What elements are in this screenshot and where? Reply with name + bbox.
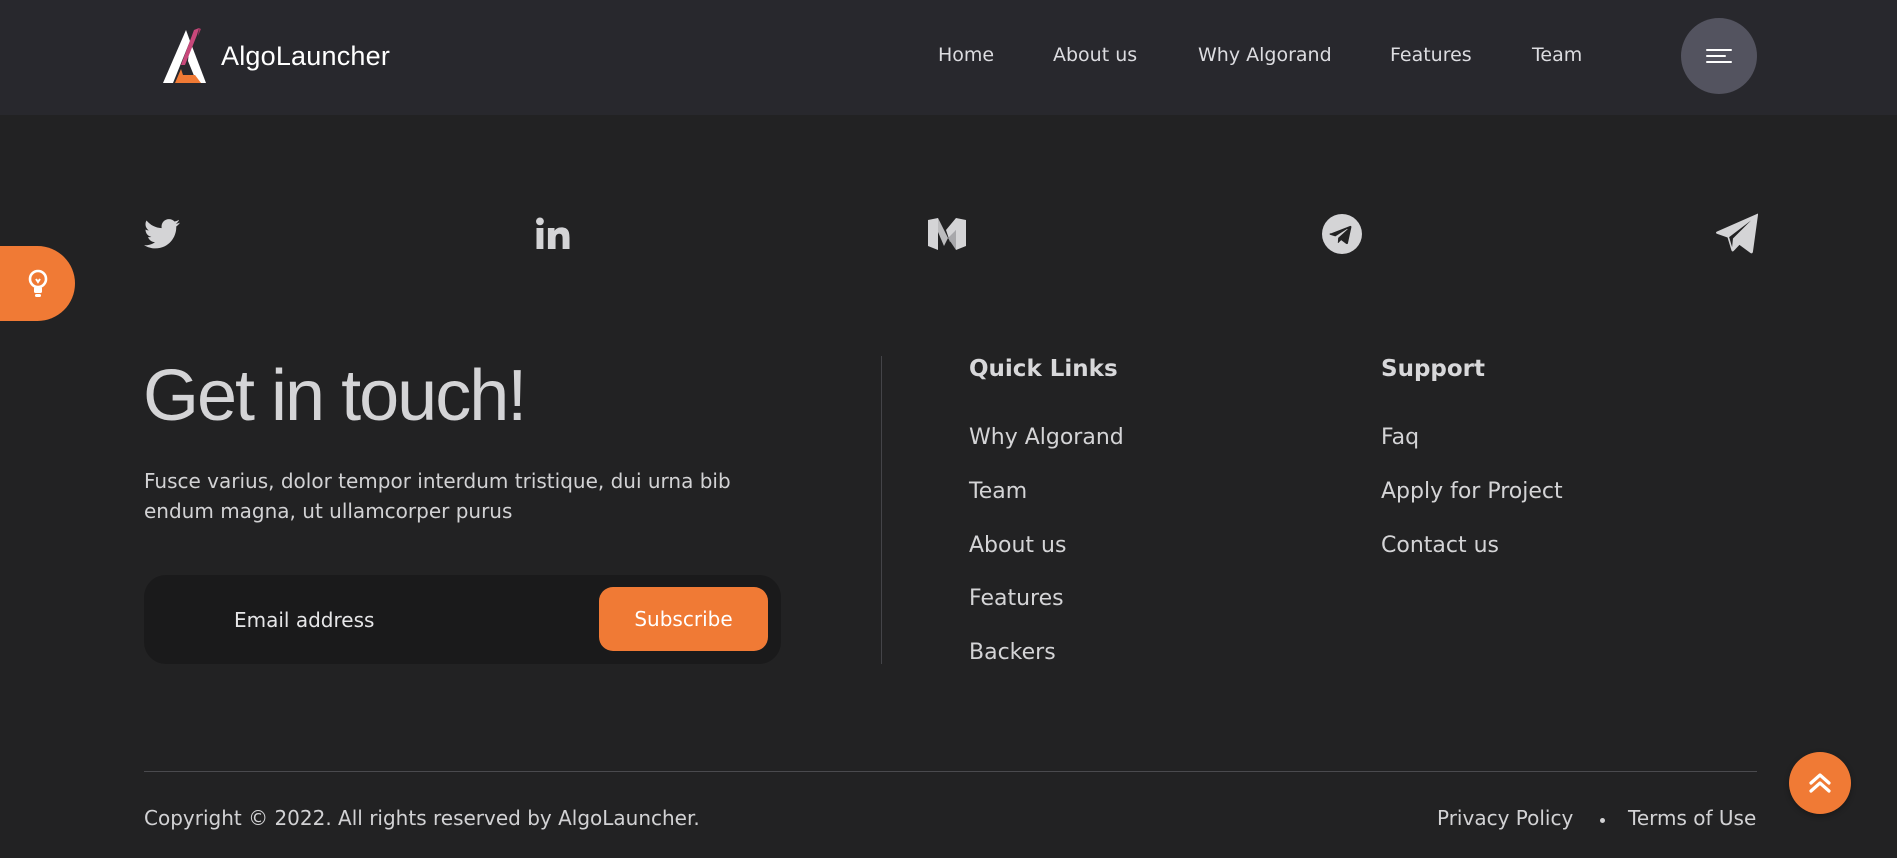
quick-link-backers[interactable]: Backers	[969, 640, 1056, 665]
lightbulb-icon	[28, 269, 47, 297]
idea-button[interactable]	[0, 246, 75, 321]
contact-description: Fusce varius, dolor tempor interdum tris…	[144, 469, 731, 523]
subscribe-button[interactable]: Subscribe	[599, 587, 768, 651]
copyright-text: Copyright © 2022. All rights reserved by…	[144, 806, 700, 830]
support-link-faq[interactable]: Faq	[1381, 425, 1419, 450]
nav-about-us[interactable]: About us	[1053, 44, 1137, 66]
algolauncher-logo-icon	[163, 28, 206, 83]
support-link-apply[interactable]: Apply for Project	[1381, 479, 1563, 504]
quick-link-team[interactable]: Team	[969, 479, 1027, 504]
paper-plane-icon	[1716, 213, 1758, 254]
twitter-link[interactable]	[143, 212, 181, 256]
linkedin-icon	[536, 217, 570, 249]
telegram-icon	[1322, 214, 1362, 254]
subscribe-form: Subscribe	[144, 575, 781, 664]
quick-link-about-us[interactable]: About us	[969, 533, 1066, 558]
quick-link-why-algorand[interactable]: Why Algorand	[969, 425, 1124, 450]
email-input[interactable]	[232, 601, 576, 639]
back-to-top-button[interactable]	[1789, 752, 1851, 814]
nav-team[interactable]: Team	[1532, 44, 1582, 66]
contact-title: Get in touch!	[143, 356, 527, 436]
separator-dot	[1600, 818, 1605, 823]
telegram-link[interactable]	[1322, 212, 1362, 256]
hamburger-icon	[1706, 45, 1732, 67]
medium-icon	[928, 218, 966, 250]
terms-of-use-link[interactable]: Terms of Use	[1628, 806, 1756, 830]
twitter-icon	[144, 219, 180, 249]
brand-logo[interactable]: AlgoLauncher	[161, 27, 390, 85]
linkedin-link[interactable]	[534, 212, 572, 256]
footer-divider	[144, 771, 1757, 772]
top-navbar: AlgoLauncher Home About us Why Algorand …	[0, 0, 1897, 115]
double-chevron-up-icon	[1809, 773, 1831, 793]
menu-button[interactable]	[1681, 18, 1757, 94]
quick-links-title: Quick Links	[969, 356, 1118, 382]
medium-link[interactable]	[926, 212, 968, 256]
brand-name: AlgoLauncher	[221, 40, 391, 71]
privacy-policy-link[interactable]: Privacy Policy	[1437, 806, 1573, 830]
quick-link-features[interactable]: Features	[969, 586, 1064, 611]
nav-why-algorand[interactable]: Why Algorand	[1198, 44, 1332, 66]
send-link[interactable]	[1716, 212, 1758, 256]
column-divider	[881, 356, 882, 664]
support-link-contact[interactable]: Contact us	[1381, 533, 1499, 558]
nav-features[interactable]: Features	[1390, 44, 1472, 66]
support-title: Support	[1381, 356, 1486, 382]
nav-home[interactable]: Home	[938, 44, 994, 66]
